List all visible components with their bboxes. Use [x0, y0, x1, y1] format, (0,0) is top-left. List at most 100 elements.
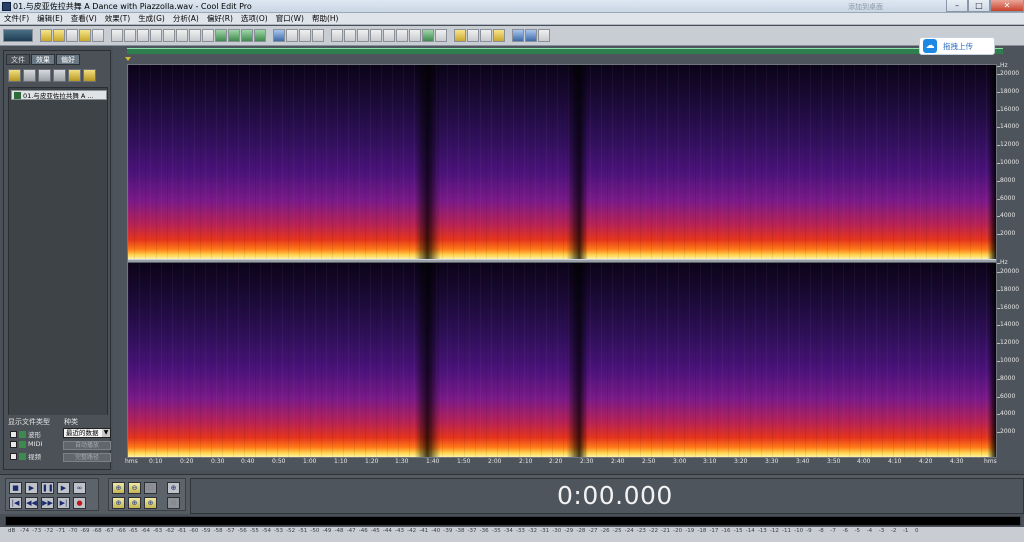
pause-button[interactable]: ❚❚	[41, 482, 54, 494]
statistics-icon[interactable]	[435, 29, 447, 42]
type-video-checkbox[interactable]: 视频	[10, 451, 41, 461]
level-tick: -43	[395, 528, 404, 534]
menu-favorites[interactable]: 偏好(R)	[203, 13, 237, 24]
zoom-left-icon[interactable]: ⊕	[112, 497, 125, 509]
zoom-in-vertical-icon[interactable]: ⊕	[167, 482, 180, 494]
waveform-view-icon[interactable]	[331, 29, 343, 42]
channel-right-icon[interactable]	[241, 29, 253, 42]
fast-forward-button[interactable]: ▶▶	[41, 497, 54, 509]
close-file-icon[interactable]	[66, 29, 78, 42]
record-setup-icon[interactable]	[215, 29, 227, 42]
app-icon[interactable]	[2, 1, 11, 11]
copy-icon[interactable]	[150, 29, 162, 42]
import-icon[interactable]	[23, 69, 36, 82]
phase-view-icon[interactable]	[370, 29, 382, 42]
channel-left-icon[interactable]	[228, 29, 240, 42]
channel-both-icon[interactable]	[254, 29, 266, 42]
play-to-end-button[interactable]: ▶	[57, 482, 70, 494]
help-icon[interactable]	[480, 29, 492, 42]
zoom-right-icon[interactable]: ⊕	[128, 497, 141, 509]
amplify-icon[interactable]	[273, 29, 285, 42]
undo-icon[interactable]	[111, 29, 123, 42]
paste-new-icon[interactable]	[176, 29, 188, 42]
go-to-end-button[interactable]: ▶|	[57, 497, 70, 509]
trim-icon[interactable]	[202, 29, 214, 42]
normalize-icon[interactable]	[299, 29, 311, 42]
open-icon[interactable]	[53, 29, 65, 42]
channel-left-spectrogram[interactable]	[128, 65, 996, 259]
mix-paste-icon[interactable]	[189, 29, 201, 42]
overview-bar[interactable]	[127, 48, 1003, 54]
start-marker[interactable]	[125, 57, 131, 61]
menu-file[interactable]: 文件(F)	[0, 13, 33, 24]
menu-options[interactable]: 选项(O)	[237, 13, 272, 24]
play-button[interactable]: ▶	[25, 482, 38, 494]
help-icon[interactable]	[83, 69, 96, 82]
tab-effects[interactable]: 效果	[31, 54, 55, 65]
time-ruler[interactable]: hms 0:10 0:20 0:30 0:40 0:50 1:00 1:10 1…	[125, 458, 997, 468]
file-list[interactable]: 01.与皮亚佐拉共舞 A ...	[8, 87, 108, 462]
list-item[interactable]: 01.与皮亚佐拉共舞 A ...	[11, 90, 107, 100]
zoom-selection-icon[interactable]: ⊕	[144, 497, 157, 509]
cut-icon[interactable]	[137, 29, 149, 42]
pan-view-icon[interactable]	[357, 29, 369, 42]
edit-file-icon[interactable]	[53, 69, 66, 82]
stop-record-icon[interactable]	[538, 29, 550, 42]
upload-button[interactable]: ☁ 拖拽上传	[919, 37, 995, 55]
zoom-out-horizontal-icon[interactable]: ⊖	[128, 482, 141, 494]
loop-button[interactable]: ∞	[73, 482, 86, 494]
menu-effects[interactable]: 效果(T)	[101, 13, 134, 24]
menu-edit[interactable]: 编辑(E)	[33, 13, 67, 24]
close-button[interactable]: ✕	[990, 0, 1024, 12]
freq-tick: 20000	[996, 70, 1020, 77]
menu-generate[interactable]: 生成(G)	[134, 13, 169, 24]
level-meter[interactable]	[5, 516, 1021, 526]
metronome-icon[interactable]	[467, 29, 479, 42]
toggle-view-button[interactable]	[3, 29, 33, 42]
invert-icon[interactable]	[312, 29, 324, 42]
level-tick: -13	[757, 528, 767, 534]
spectral-view[interactable]	[127, 64, 997, 458]
scripts-icon[interactable]	[383, 29, 395, 42]
stop-button[interactable]: ■	[9, 482, 22, 494]
type-midi-checkbox[interactable]: MIDI	[10, 440, 42, 448]
sort-select[interactable]: 最近的数据 ▼	[63, 428, 111, 438]
save-icon[interactable]	[79, 29, 91, 42]
close-icon[interactable]	[38, 69, 51, 82]
minimize-button[interactable]: –	[946, 0, 968, 12]
zoom-out-vertical-icon[interactable]: ⊖	[167, 497, 180, 509]
multitrack-icon[interactable]	[512, 29, 524, 42]
cd-list-icon[interactable]	[396, 29, 408, 42]
settings-icon[interactable]	[454, 29, 466, 42]
frequency-analysis-icon[interactable]	[422, 29, 434, 42]
menu-analyze[interactable]: 分析(A)	[169, 13, 203, 24]
go-to-start-button[interactable]: |◀	[9, 497, 22, 509]
menu-window[interactable]: 窗口(W)	[272, 13, 308, 24]
auto-play-button[interactable]: 自动播放	[63, 441, 111, 450]
cue-list-icon[interactable]	[409, 29, 421, 42]
context-help-icon[interactable]	[493, 29, 505, 42]
type-wave-checkbox[interactable]: 波形	[10, 429, 41, 439]
cd-burn-icon[interactable]	[525, 29, 537, 42]
new-icon[interactable]	[40, 29, 52, 42]
envelope-icon[interactable]	[286, 29, 298, 42]
channel-right-spectrogram[interactable]	[128, 263, 996, 457]
redo-icon[interactable]	[124, 29, 136, 42]
maximize-button[interactable]: □	[968, 0, 990, 12]
spectral-view-icon[interactable]	[344, 29, 356, 42]
menu-help[interactable]: 帮助(H)	[308, 13, 343, 24]
paste-icon[interactable]	[163, 29, 175, 42]
record-button[interactable]: ●	[73, 497, 86, 509]
time-tick: 1:00	[303, 458, 317, 465]
open-file-icon[interactable]	[8, 69, 21, 82]
zoom-full-icon[interactable]: ⊡	[144, 482, 157, 494]
insert-multitrack-icon[interactable]	[68, 69, 81, 82]
level-tick: -28	[576, 528, 586, 534]
rewind-button[interactable]: ◀◀	[25, 497, 38, 509]
save-as-icon[interactable]	[92, 29, 104, 42]
tab-files[interactable]: 文件	[6, 54, 30, 65]
menu-view[interactable]: 查看(V)	[67, 13, 101, 24]
full-path-button[interactable]: 完整路径	[63, 453, 111, 462]
tab-favorites[interactable]: 偏好	[56, 54, 80, 65]
zoom-in-horizontal-icon[interactable]: ⊕	[112, 482, 125, 494]
